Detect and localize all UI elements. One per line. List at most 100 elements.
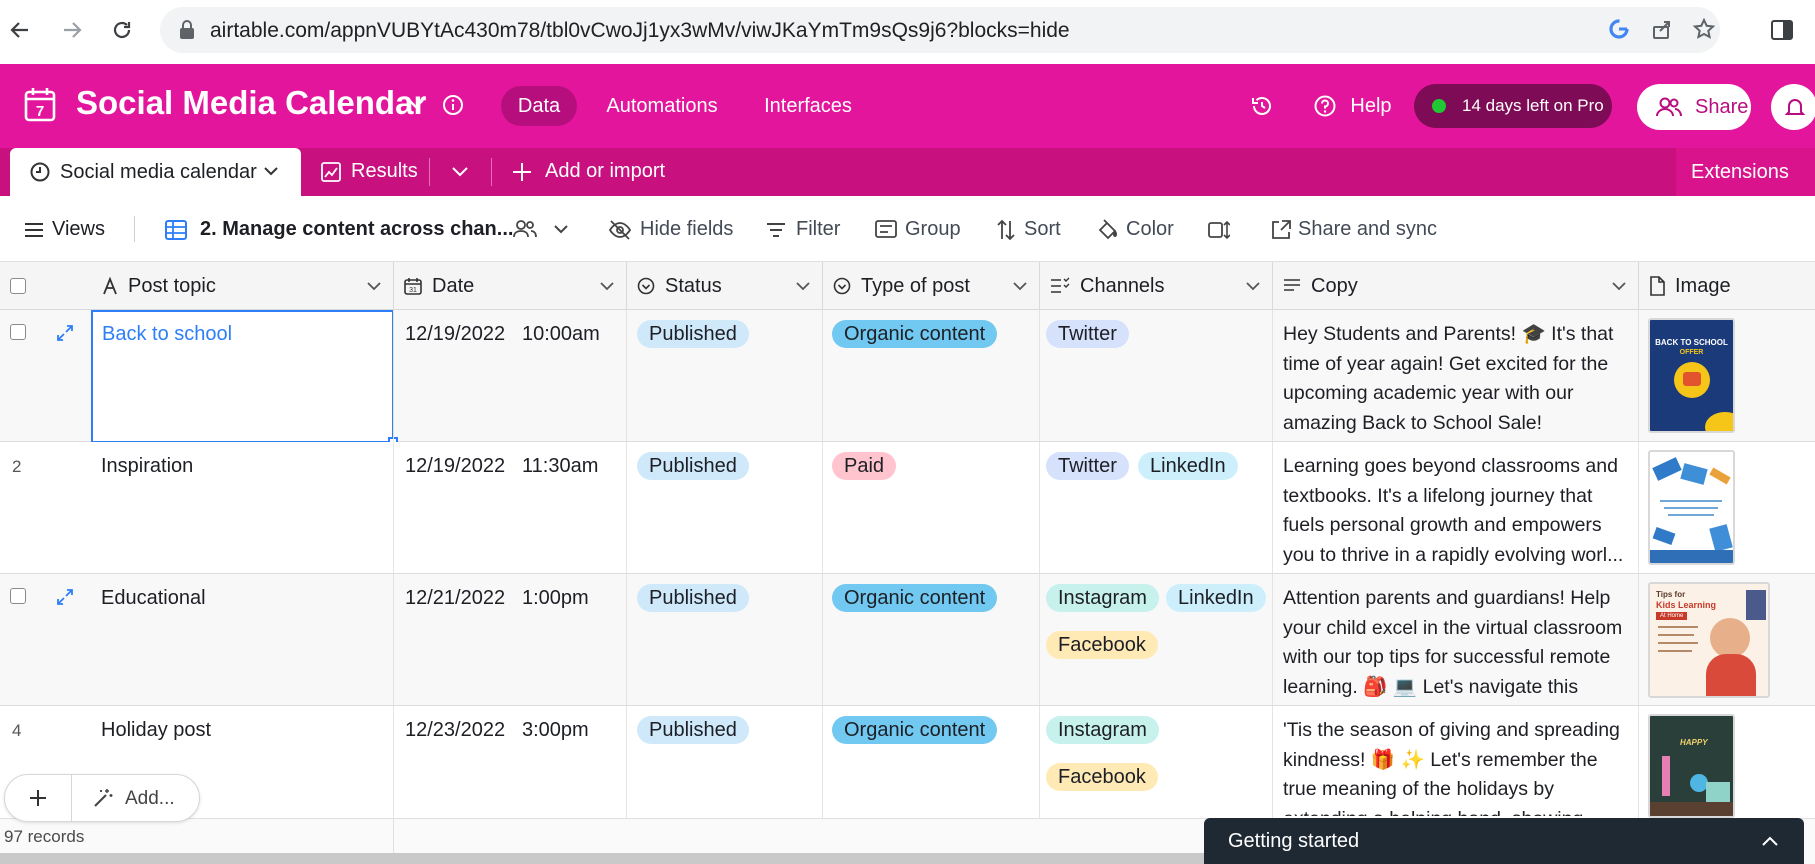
column-header-status[interactable]: Status [627,262,823,310]
add-record-bar[interactable]: Add... [4,774,200,822]
type-badge[interactable]: Organic content [832,584,998,612]
menu-icon[interactable] [24,222,44,238]
share-page-icon[interactable] [1650,17,1674,41]
time-cell[interactable]: 3:00pm [522,719,589,742]
type-badge[interactable]: Organic content [832,716,998,744]
active-cell[interactable]: Back to school [91,310,398,447]
google-icon[interactable] [1608,18,1630,40]
date-cell[interactable]: 12/23/2022 [405,719,505,742]
copy-cell[interactable]: Learning goes beyond classrooms and text… [1283,452,1633,570]
post-topic[interactable]: Back to school [102,323,232,346]
pro-trial-badge[interactable]: 14 days left on Pro [1414,84,1612,128]
tab-social-media-calendar[interactable]: Social media calendar [10,148,301,196]
post-topic[interactable]: Educational [101,587,206,610]
chevron-down-icon[interactable] [1246,282,1260,291]
image-thumbnail[interactable]: HAPPY [1648,714,1735,818]
table-row[interactable]: Educational 12/21/2022 1:00pm Published … [0,574,1815,706]
channel-badge[interactable]: Instagram [1046,716,1159,744]
image-thumbnail[interactable]: BACK TO SCHOOL OFFER [1648,318,1735,433]
chevron-down-icon[interactable] [1612,282,1626,291]
channel-badge[interactable]: Twitter [1046,320,1129,348]
table-row[interactable]: 4 Holiday post 12/23/2022 3:00pm Publish… [0,706,1815,818]
row-checkbox[interactable] [10,324,26,340]
info-icon[interactable] [442,94,464,116]
share-and-sync-button[interactable]: Share and sync [1298,218,1437,241]
expand-icon[interactable] [56,324,74,342]
column-header-post-topic[interactable]: Post topic [92,262,394,310]
back-icon[interactable] [2,12,38,48]
chevron-down-icon[interactable] [554,225,568,234]
image-thumbnail[interactable]: Tips for Kids Learning At Home [1648,582,1770,698]
chevron-down-icon[interactable] [600,282,614,291]
channel-badge[interactable]: Facebook [1046,763,1158,791]
post-topic[interactable]: Holiday post [101,719,211,742]
chevron-down-icon[interactable] [796,282,810,291]
row-checkbox[interactable] [10,588,26,604]
time-cell[interactable]: 1:00pm [522,587,589,610]
calendar-icon[interactable]: 7 [24,86,56,122]
channel-badge[interactable]: Twitter [1046,452,1129,480]
table-row[interactable]: Back to school 12/19/2022 10:00am Publis… [0,310,1815,447]
select-all-checkbox[interactable] [10,278,26,294]
notifications-button[interactable] [1771,84,1815,130]
address-bar[interactable]: airtable.com/appnVUBYtAc430m78/tbl0vCwoJ… [160,7,1720,53]
column-header-date[interactable]: 31 Date [394,262,627,310]
channel-badge[interactable]: LinkedIn [1138,452,1238,480]
channel-badge[interactable]: Instagram [1046,584,1159,612]
date-cell[interactable]: 12/21/2022 [405,587,505,610]
copy-cell[interactable]: 'Tis the season of giving and spreading … [1283,716,1633,816]
copy-cell[interactable]: Hey Students and Parents! 🎓 It's that ti… [1283,320,1633,438]
table-row[interactable]: 2 Inspiration 12/19/2022 11:30am Publish… [0,442,1815,574]
column-header-channels[interactable]: Channels [1040,262,1273,310]
status-badge[interactable]: Published [637,320,749,348]
lock-icon[interactable] [178,20,196,40]
status-badge[interactable]: Published [637,716,749,744]
filter-button[interactable]: Filter [796,218,840,241]
column-header-copy[interactable]: Copy [1273,262,1639,310]
help-button[interactable]: Help [1341,86,1401,126]
view-name[interactable]: 2. Manage content across chan... [200,218,513,241]
add-or-import-button[interactable]: Add or import [545,160,665,183]
post-topic[interactable]: Inspiration [101,455,193,478]
horizontal-scrollbar[interactable] [0,853,1205,864]
type-badge[interactable]: Organic content [832,320,998,348]
side-panel-icon[interactable] [1770,18,1794,42]
magic-wand-icon[interactable] [93,788,113,808]
plus-icon[interactable] [512,162,532,182]
history-icon[interactable] [1250,94,1274,118]
add-button[interactable]: Add... [125,788,175,810]
channel-badge[interactable]: Facebook [1046,631,1158,659]
extensions-button[interactable]: Extensions [1676,148,1815,196]
plus-icon[interactable] [29,789,47,807]
chevron-down-icon[interactable] [452,167,468,177]
views-button[interactable]: Views [52,218,105,241]
nav-interfaces[interactable]: Interfaces [755,86,861,126]
image-thumbnail[interactable] [1648,450,1735,565]
chevron-down-icon[interactable] [367,282,381,291]
date-cell[interactable]: 12/19/2022 [405,455,505,478]
hide-fields-button[interactable]: Hide fields [640,218,733,241]
column-header-type-of-post[interactable]: Type of post [823,262,1040,310]
base-title[interactable]: Social Media Calendar [76,84,426,122]
chevron-down-icon[interactable] [407,98,425,110]
collaborators-icon[interactable] [512,219,538,239]
time-cell[interactable]: 10:00am [522,323,600,346]
help-icon[interactable] [1313,94,1337,118]
nav-data[interactable]: Data [501,86,577,126]
group-button[interactable]: Group [905,218,961,241]
tab-results[interactable]: Results [351,160,418,183]
column-header-image[interactable]: Image [1639,262,1815,310]
chevron-up-icon[interactable] [1762,836,1778,846]
chevron-down-icon[interactable] [264,167,278,176]
reload-icon[interactable] [104,12,140,48]
row-height-icon[interactable] [1208,220,1230,240]
share-button[interactable]: Share [1637,84,1751,130]
sort-button[interactable]: Sort [1024,218,1061,241]
status-badge[interactable]: Published [637,584,749,612]
color-button[interactable]: Color [1126,218,1174,241]
nav-automations[interactable]: Automations [592,86,732,126]
channel-badge[interactable]: LinkedIn [1166,584,1266,612]
time-cell[interactable]: 11:30am [522,455,598,478]
bookmark-star-icon[interactable] [1692,17,1716,41]
date-cell[interactable]: 12/19/2022 [405,323,505,346]
